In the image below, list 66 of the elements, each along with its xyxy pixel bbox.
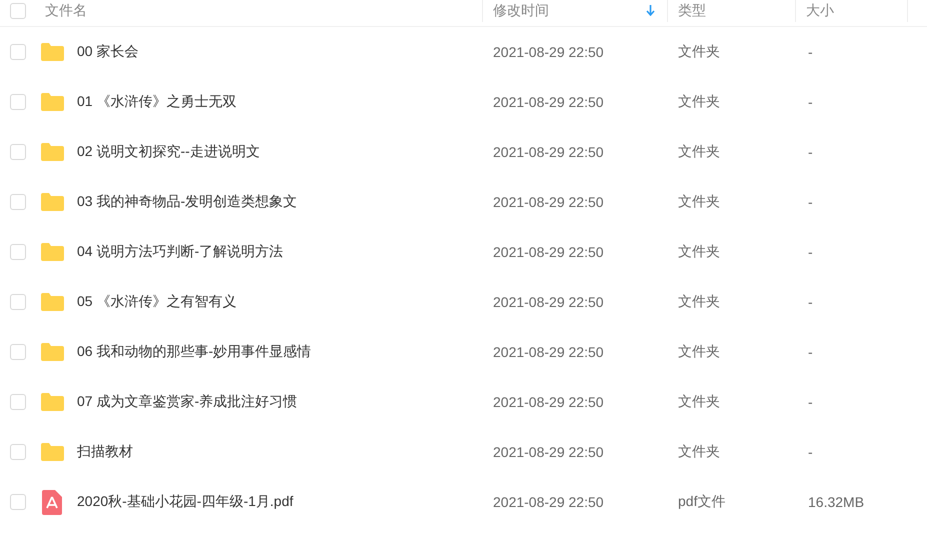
file-type: pdf文件 (677, 493, 726, 511)
select-all-checkbox[interactable] (10, 2, 26, 18)
row-checkbox[interactable] (10, 444, 26, 460)
file-name[interactable]: 04 说明方法巧判断-了解说明方法 (77, 243, 284, 261)
modified-time: 2021-08-29 22:50 (492, 44, 605, 60)
file-name[interactable]: 03 我的神奇物品-发明创造类想象文 (77, 193, 298, 211)
folder-icon (40, 442, 65, 462)
file-name[interactable]: 07 成为文章鉴赏家-养成批注好习惯 (77, 393, 298, 411)
modified-time: 2021-08-29 22:50 (492, 344, 605, 360)
folder-icon (40, 92, 65, 112)
row-checkbox[interactable] (10, 194, 26, 210)
file-type: 文件夹 (677, 193, 721, 211)
sort-arrow-icon[interactable] (646, 5, 655, 16)
file-name[interactable]: 02 说明文初探究--走进说明文 (77, 143, 260, 161)
row-checkbox[interactable] (10, 494, 26, 510)
file-name[interactable]: 00 家长会 (77, 43, 138, 61)
row-checkbox[interactable] (10, 394, 26, 410)
modified-time: 2021-08-29 22:50 (492, 144, 605, 160)
file-size: - (807, 244, 814, 260)
file-type: 文件夹 (677, 443, 721, 461)
file-size: - (807, 294, 814, 310)
file-name[interactable]: 2020秋-基础小花园-四年级-1月.pdf (77, 493, 294, 511)
file-name[interactable]: 06 我和动物的那些事-妙用事件显感情 (77, 343, 312, 361)
folder-icon (40, 292, 65, 312)
file-type: 文件夹 (677, 243, 721, 261)
file-name[interactable]: 扫描教材 (77, 443, 133, 461)
file-size: - (807, 94, 814, 110)
file-size: - (807, 444, 814, 460)
modified-time: 2021-08-29 22:50 (492, 494, 605, 510)
modified-time: 2021-08-29 22:50 (492, 444, 605, 460)
file-name[interactable]: 05 《水浒传》之有智有义 (77, 293, 236, 311)
row-checkbox[interactable] (10, 44, 26, 60)
folder-icon (40, 192, 65, 212)
folder-icon (40, 242, 65, 262)
file-size: 16.32MB (807, 494, 866, 510)
row-checkbox[interactable] (10, 244, 26, 260)
file-size: - (807, 194, 814, 210)
folder-icon (40, 342, 65, 362)
file-size: - (807, 144, 814, 160)
file-size: - (807, 44, 814, 60)
column-header[interactable]: 类型 (678, 2, 706, 20)
modified-time: 2021-08-29 22:50 (492, 94, 605, 110)
modified-time: 2021-08-29 22:50 (492, 244, 605, 260)
folder-icon (40, 142, 65, 162)
file-type: 文件夹 (677, 43, 721, 61)
row-checkbox[interactable] (10, 344, 26, 360)
file-name[interactable]: 01 《水浒传》之勇士无双 (77, 93, 236, 111)
column-header[interactable]: 大小 (806, 2, 834, 20)
column-header[interactable]: 修改时间 (493, 2, 549, 20)
row-checkbox[interactable] (10, 144, 26, 160)
file-size: - (807, 394, 814, 410)
modified-time: 2021-08-29 22:50 (492, 294, 605, 310)
file-type: 文件夹 (677, 293, 721, 311)
column-header[interactable]: 文件名 (45, 2, 87, 20)
row-checkbox[interactable] (10, 294, 26, 310)
folder-icon (40, 392, 65, 412)
modified-time: 2021-08-29 22:50 (492, 394, 605, 410)
file-type: 文件夹 (677, 343, 721, 361)
file-size: - (807, 344, 814, 360)
folder-icon (40, 42, 65, 62)
pdf-icon (42, 490, 62, 514)
modified-time: 2021-08-29 22:50 (492, 194, 605, 210)
file-type: 文件夹 (677, 393, 721, 411)
file-type: 文件夹 (677, 143, 721, 161)
row-checkbox[interactable] (10, 94, 26, 110)
file-type: 文件夹 (677, 93, 721, 111)
